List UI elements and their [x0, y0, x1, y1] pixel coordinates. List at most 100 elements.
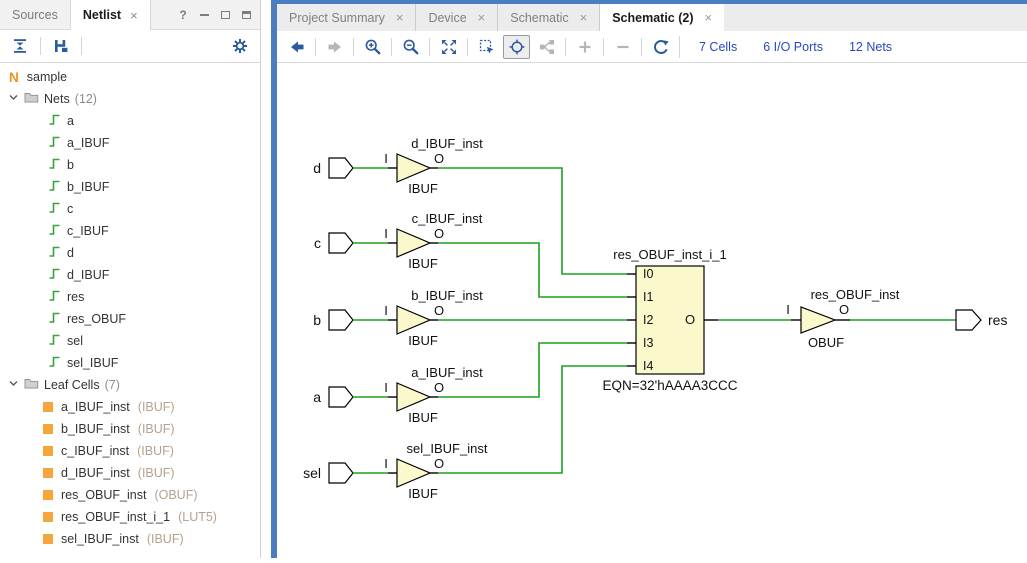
close-icon[interactable]: × [580, 10, 588, 25]
input-port-a[interactable] [329, 387, 353, 407]
input-port-sel[interactable] [329, 463, 353, 483]
autofit-selection-button[interactable] [503, 35, 530, 59]
expand-cone-icon [538, 38, 556, 56]
close-icon[interactable]: × [705, 10, 713, 25]
tree-item-cell-type: (IBUF) [138, 466, 175, 480]
tree-item-label: res_OBUF [67, 312, 126, 326]
autofit-selection-icon [508, 38, 526, 56]
tree-item-res-obuf[interactable]: res_OBUF [0, 308, 260, 330]
minimize-icon[interactable] [198, 9, 210, 21]
zoom-in-button[interactable] [359, 35, 386, 59]
close-icon[interactable]: × [478, 10, 486, 25]
net-wire-sel_IBUF[interactable] [438, 366, 627, 473]
input-port-b[interactable] [329, 310, 353, 330]
port-label-a: a [313, 389, 321, 405]
tab-schematic[interactable]: Schematic × [498, 4, 600, 31]
tree-item-b-ibuf[interactable]: b_IBUF [0, 176, 260, 198]
right-tab-bar: Project Summary × Device × Schematic × S… [277, 4, 1027, 31]
ibuf-symbol-a[interactable] [397, 383, 430, 411]
input-port-c[interactable] [329, 233, 353, 253]
tree-item-label: c_IBUF_inst [61, 444, 129, 458]
help-icon[interactable]: ? [177, 9, 189, 21]
ibuf-symbol-sel[interactable] [397, 459, 430, 487]
ibuf-symbol-c[interactable] [397, 229, 430, 257]
tree-item-b[interactable]: b [0, 154, 260, 176]
zoom-fit-icon [440, 38, 458, 56]
chevron-down-icon[interactable] [8, 378, 19, 392]
cells-count-link[interactable]: 7 Cells [699, 40, 737, 54]
schematic-canvas[interactable]: dIOd_IBUF_instIBUFcIOc_IBUF_instIBUFbIOb… [277, 63, 1027, 558]
back-button[interactable] [283, 35, 310, 59]
obuf-symbol[interactable] [801, 307, 835, 333]
close-icon[interactable]: × [396, 10, 404, 25]
tree-item-d[interactable]: d [0, 242, 260, 264]
settings-button[interactable] [228, 35, 252, 57]
left-tab-bar: Sources Netlist × ? [0, 0, 260, 30]
input-port-d[interactable] [329, 158, 353, 178]
tree-item-sample[interactable]: Nsample [0, 66, 260, 88]
pin-label-out: O [434, 151, 444, 166]
tree-item-label: d [67, 246, 74, 260]
cell-type-label: OBUF [808, 335, 844, 350]
nets-count-link[interactable]: 12 Nets [849, 40, 892, 54]
pin-label-out: O [434, 303, 444, 318]
tree-item-sel-ibuf[interactable]: sel_IBUF [0, 352, 260, 374]
tree-item-sel-ibuf-inst[interactable]: sel_IBUF_inst(IBUF) [0, 528, 260, 550]
tree-item-c-ibuf-inst[interactable]: c_IBUF_inst(IBUF) [0, 440, 260, 462]
cell-type-label: IBUF [408, 333, 438, 348]
ibuf-symbol-b[interactable] [397, 306, 430, 334]
chevron-down-icon[interactable] [8, 92, 19, 106]
ibuf-symbol-d[interactable] [397, 154, 430, 182]
close-icon[interactable]: × [130, 8, 138, 23]
tree-item-res-obuf-inst[interactable]: res_OBUF_inst(OBUF) [0, 484, 260, 506]
pin-label-in: I [384, 456, 388, 471]
float-icon[interactable] [240, 9, 252, 21]
zoom-out-button[interactable] [397, 35, 424, 59]
net-icon [48, 245, 61, 261]
tree-item-a[interactable]: a [0, 110, 260, 132]
zoom-to-selection-button[interactable] [473, 35, 500, 59]
tree-item-a-ibuf[interactable]: a_IBUF [0, 132, 260, 154]
net-icon [48, 113, 61, 129]
tree-item-c-ibuf[interactable]: c_IBUF [0, 220, 260, 242]
maximize-icon[interactable] [219, 9, 231, 21]
tree-item-leaf-cells[interactable]: Leaf Cells(7) [0, 374, 260, 396]
cell-icon [43, 402, 53, 412]
panel-window-controls: ? [177, 0, 260, 29]
tab-schematic-2[interactable]: Schematic (2) × [600, 4, 724, 31]
cell-icon [43, 424, 53, 434]
tree-item-cell-type: (IBUF) [138, 400, 175, 414]
remove-button[interactable] [609, 35, 636, 59]
instance-name: res_OBUF_inst [811, 287, 900, 302]
tree-item-b-ibuf-inst[interactable]: b_IBUF_inst(IBUF) [0, 418, 260, 440]
regenerate-button[interactable] [647, 35, 674, 59]
tree-item-label: res_OBUF_inst [61, 488, 146, 502]
tab-sources[interactable]: Sources [0, 0, 70, 29]
tree-item-res[interactable]: res [0, 286, 260, 308]
toolbar-separator [603, 38, 604, 56]
tree-item-sel[interactable]: sel [0, 330, 260, 352]
tab-netlist[interactable]: Netlist × [70, 0, 151, 30]
add-button[interactable] [571, 35, 598, 59]
tree-item-c[interactable]: c [0, 198, 260, 220]
toolbar-separator [391, 38, 392, 56]
forward-button[interactable] [321, 35, 348, 59]
zoom-fit-button[interactable] [435, 35, 462, 59]
tree-item-label: res_OBUF_inst_i_1 [61, 510, 170, 524]
tree-item-d-ibuf-inst[interactable]: d_IBUF_inst(IBUF) [0, 462, 260, 484]
tree-item-d-ibuf[interactable]: d_IBUF [0, 264, 260, 286]
cell-type-label: IBUF [408, 410, 438, 425]
tree-item-nets[interactable]: Nets(12) [0, 88, 260, 110]
collapse-all-button[interactable] [8, 35, 32, 57]
tab-device[interactable]: Device × [416, 4, 498, 31]
netlist-tree: NsampleNets(12)aa_IBUFbb_IBUFcc_IBUFd d_I… [0, 64, 260, 558]
expand-cone-button[interactable] [533, 35, 560, 59]
schematic-drawing: dIOd_IBUF_instIBUFcIOc_IBUF_instIBUFbIOb… [277, 63, 1027, 558]
output-port-res[interactable] [956, 310, 981, 330]
tab-project-summary[interactable]: Project Summary × [277, 4, 416, 31]
scroll-to-selected-button[interactable] [49, 35, 73, 57]
io-ports-count-link[interactable]: 6 I/O Ports [763, 40, 823, 54]
tree-item-res-obuf-inst-i-1[interactable]: res_OBUF_inst_i_1(LUT5) [0, 506, 260, 528]
tree-item-a-ibuf-inst[interactable]: a_IBUF_inst (IBUF) [0, 396, 260, 418]
tree-item-label: a_IBUF_inst [61, 400, 130, 414]
